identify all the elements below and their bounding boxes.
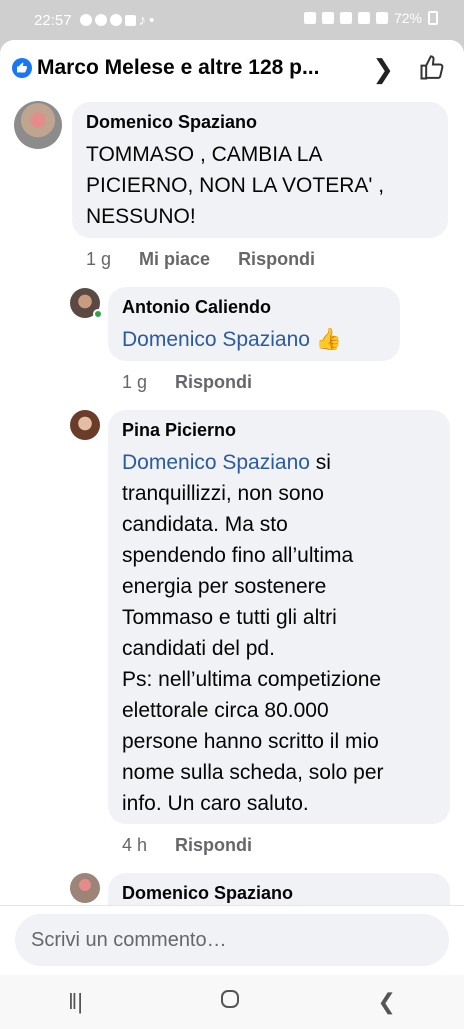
comment-author[interactable]: Domenico Spaziano bbox=[122, 883, 436, 904]
signal-icon bbox=[357, 12, 370, 24]
chevron-right-icon[interactable]: ❯ bbox=[372, 54, 394, 85]
reply-button[interactable]: Rispondi bbox=[175, 372, 252, 393]
comment-line: nome sulla scheda, solo per bbox=[122, 761, 384, 784]
back-icon[interactable]: ❮ bbox=[377, 989, 395, 1015]
comment-line: candidati del pd. bbox=[122, 637, 275, 660]
thumbs-up-emoji: 👍 bbox=[315, 328, 342, 351]
comment-line: si bbox=[309, 451, 331, 474]
reactions-summary: Marco Melese e altre 128 p... bbox=[37, 56, 320, 79]
status-time: 22:57 bbox=[34, 11, 72, 29]
comment-actions: 4 h Rispondi bbox=[122, 835, 252, 856]
comment-line: Tommaso e tutti gli altri bbox=[122, 606, 337, 629]
comment-author[interactable]: Antonio Caliendo bbox=[122, 297, 386, 318]
comment-line: Ps: nell’ultima competizione bbox=[122, 668, 382, 691]
home-icon[interactable] bbox=[219, 988, 241, 1016]
comment-text: Domenico Spaziano 👍 bbox=[122, 324, 386, 355]
comment-line: info. Un caro saluto. bbox=[122, 792, 309, 815]
system-icons: 72% bbox=[303, 10, 438, 26]
facebook-icon bbox=[124, 14, 136, 26]
comment-composer: Scrivi un commento… bbox=[0, 905, 464, 975]
more-dot-icon: • bbox=[149, 11, 155, 29]
like-button[interactable]: Mi piace bbox=[139, 249, 210, 270]
tiktok-icon: ♪ bbox=[138, 11, 147, 29]
comment-text: Domenico Spaziano si tranquillizzi, non … bbox=[122, 447, 436, 819]
comment-bubble: Antonio Caliendo Domenico Spaziano 👍 bbox=[108, 287, 400, 361]
mention-link[interactable]: Domenico Spaziano bbox=[122, 328, 310, 351]
status-bar: 22:57 ♪ • 72% bbox=[0, 0, 464, 40]
system-nav-bar: ‖| ❮ bbox=[0, 975, 464, 1029]
mention-link[interactable]: Domenico Spaziano bbox=[122, 451, 310, 474]
avatar[interactable] bbox=[70, 873, 100, 903]
notification-icons: ♪ • bbox=[79, 11, 155, 29]
comment-actions: 1 g Mi piace Rispondi bbox=[86, 249, 315, 270]
like-reaction-icon bbox=[12, 58, 32, 78]
location-icon bbox=[339, 12, 352, 24]
alarm-icon bbox=[303, 12, 316, 24]
comment-line: persone hanno scritto il mio bbox=[122, 730, 379, 753]
battery-icon bbox=[428, 11, 438, 25]
recents-icon[interactable]: ‖| bbox=[68, 989, 83, 1015]
comment-line: tranquillizzi, non sono bbox=[122, 482, 324, 505]
reactions-header[interactable]: Marco Melese e altre 128 p... bbox=[0, 40, 464, 96]
comments-sheet: Marco Melese e altre 128 p... ❯ Domenico… bbox=[0, 40, 464, 975]
comment-actions: 1 g Rispondi bbox=[122, 372, 252, 393]
battery-level: 72% bbox=[393, 10, 422, 26]
comment-input[interactable]: Scrivi un commento… bbox=[15, 914, 449, 966]
comment-bubble: Domenico Spaziano TOMMASO , CAMBIA LA PI… bbox=[72, 102, 448, 238]
online-indicator bbox=[93, 309, 103, 319]
like-outline-icon[interactable] bbox=[418, 54, 446, 82]
comment-line: candidata. Ma sto bbox=[122, 513, 288, 536]
comment-time: 1 g bbox=[122, 372, 148, 392]
notification-icon bbox=[94, 14, 107, 26]
avatar[interactable] bbox=[14, 101, 62, 149]
avatar[interactable] bbox=[70, 410, 100, 440]
reply-button[interactable]: Rispondi bbox=[238, 249, 315, 270]
comment-time: 1 g bbox=[86, 249, 112, 269]
notification-icon bbox=[79, 14, 92, 26]
comment-author[interactable]: Domenico Spaziano bbox=[86, 112, 434, 133]
comment-line: elettorale circa 80.000 bbox=[122, 699, 329, 722]
comment-text: TOMMASO , CAMBIA LA PICIERNO, NON LA VOT… bbox=[86, 143, 385, 228]
mute-icon bbox=[321, 12, 334, 24]
notification-icon bbox=[109, 14, 122, 26]
reply-button[interactable]: Rispondi bbox=[175, 835, 252, 856]
comment-bubble: Pina Picierno Domenico Spaziano si tranq… bbox=[108, 410, 450, 824]
comment-line: spendendo fino all’ultima bbox=[122, 544, 354, 567]
comment-author[interactable]: Pina Picierno bbox=[122, 420, 436, 441]
comment-line: energia per sostenere bbox=[122, 575, 327, 598]
comment-time: 4 h bbox=[122, 835, 148, 855]
wifi-icon bbox=[375, 12, 388, 24]
